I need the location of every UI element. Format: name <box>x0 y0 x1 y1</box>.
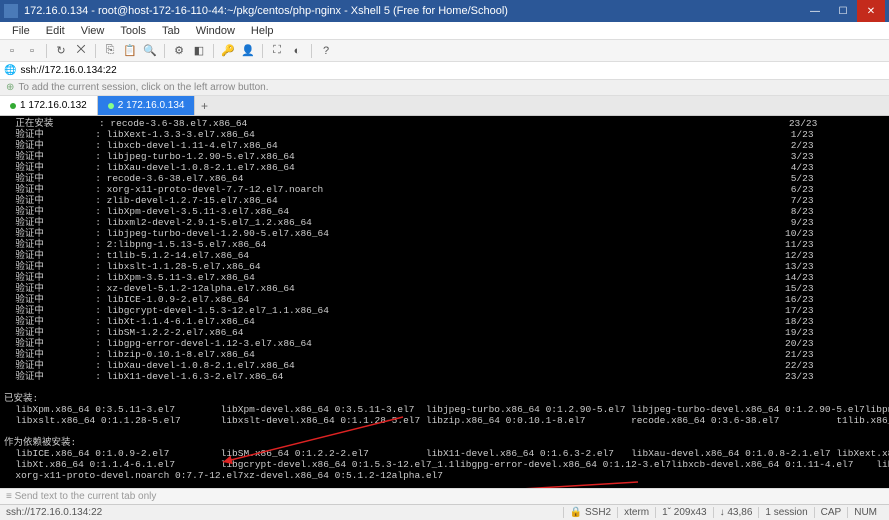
help-icon[interactable]: ? <box>318 43 334 59</box>
maximize-button[interactable]: ☐ <box>829 0 857 22</box>
tabstrip: 1 172.16.0.132 2 172.16.0.134 + <box>0 96 889 116</box>
color-icon[interactable]: ◧ <box>191 43 207 59</box>
menubar: FileEditViewToolsTabWindowHelp <box>0 22 889 40</box>
status-sess: 1 session <box>758 507 813 518</box>
annotation-arrow-2 <box>405 471 648 488</box>
menu-file[interactable]: File <box>4 25 38 37</box>
globe-icon: 🌐 <box>4 65 16 76</box>
reconnect-icon[interactable]: ↻ <box>53 43 69 59</box>
status-pos: ↓ 43,86 <box>713 507 759 518</box>
session-hint: To add the current session, click on the… <box>18 82 268 93</box>
status-ssh: 🔒 SSH2 <box>563 507 617 518</box>
status-conn: ssh://172.16.0.134:22 <box>6 507 563 518</box>
menu-help[interactable]: Help <box>243 25 282 37</box>
menu-view[interactable]: View <box>73 25 113 37</box>
tab-label: 2 172.16.0.134 <box>118 100 185 111</box>
terminal[interactable]: 正在安装 : recode-3.6-38.el7.x86_64 23/23 验证… <box>0 116 889 488</box>
sendbar[interactable]: ≡ Send text to the current tab only <box>0 488 889 504</box>
window-controls: — ☐ ✕ <box>801 0 885 22</box>
fullscreen-icon[interactable]: ⛶ <box>269 43 285 59</box>
new-session-icon[interactable]: ▫ <box>4 43 20 59</box>
key-icon[interactable]: 🔑 <box>220 43 236 59</box>
status-term: xterm <box>617 507 655 518</box>
new-tab-button[interactable]: + <box>195 96 213 115</box>
status-num: NUM <box>847 507 883 518</box>
tab-1[interactable]: 2 172.16.0.134 <box>98 96 196 115</box>
close-button[interactable]: ✕ <box>857 0 885 22</box>
tab-label: 1 172.16.0.132 <box>20 100 87 111</box>
annotation-arrow-1 <box>190 406 413 481</box>
users-icon[interactable]: 👤 <box>240 43 256 59</box>
status-dot-icon <box>108 103 114 109</box>
tab-0[interactable]: 1 172.16.0.132 <box>0 96 98 115</box>
sendbar-icon: ≡ <box>6 491 12 502</box>
properties-icon[interactable]: ⚙ <box>171 43 187 59</box>
copy-icon[interactable]: ⎘ <box>102 43 118 59</box>
status-size: 1ˇ 209x43 <box>655 507 712 518</box>
toolbar: ▫ ▫ ↻ ⨉ ⎘ 📋 🔍 ⚙ ◧ 🔑 👤 ⛶ ◐ ? <box>0 40 889 62</box>
addressbar: 🌐 ssh://172.16.0.134:22 <box>0 62 889 80</box>
window-title: 172.16.0.134 - root@host-172-16-110-44:~… <box>24 5 801 17</box>
find-icon[interactable]: 🔍 <box>142 43 158 59</box>
sendbar-hint: Send text to the current tab only <box>15 491 157 502</box>
menu-tools[interactable]: Tools <box>112 25 154 37</box>
open-icon[interactable]: ▫ <box>24 43 40 59</box>
minimize-button[interactable]: — <box>801 0 829 22</box>
menu-window[interactable]: Window <box>188 25 243 37</box>
status-cap: CAP <box>814 507 848 518</box>
address-text[interactable]: ssh://172.16.0.134:22 <box>20 65 116 76</box>
status-dot-icon <box>10 103 16 109</box>
add-session-icon[interactable]: ⊕ <box>6 82 14 93</box>
disconnect-icon[interactable]: ⨉ <box>73 43 89 59</box>
transparent-icon[interactable]: ◐ <box>289 43 305 59</box>
sessionbar: ⊕ To add the current session, click on t… <box>0 80 889 96</box>
app-icon <box>4 4 18 18</box>
paste-icon[interactable]: 📋 <box>122 43 138 59</box>
menu-tab[interactable]: Tab <box>154 25 188 37</box>
statusbar: ssh://172.16.0.134:22 🔒 SSH2 xterm 1ˇ 20… <box>0 504 889 520</box>
titlebar: 172.16.0.134 - root@host-172-16-110-44:~… <box>0 0 889 22</box>
menu-edit[interactable]: Edit <box>38 25 73 37</box>
